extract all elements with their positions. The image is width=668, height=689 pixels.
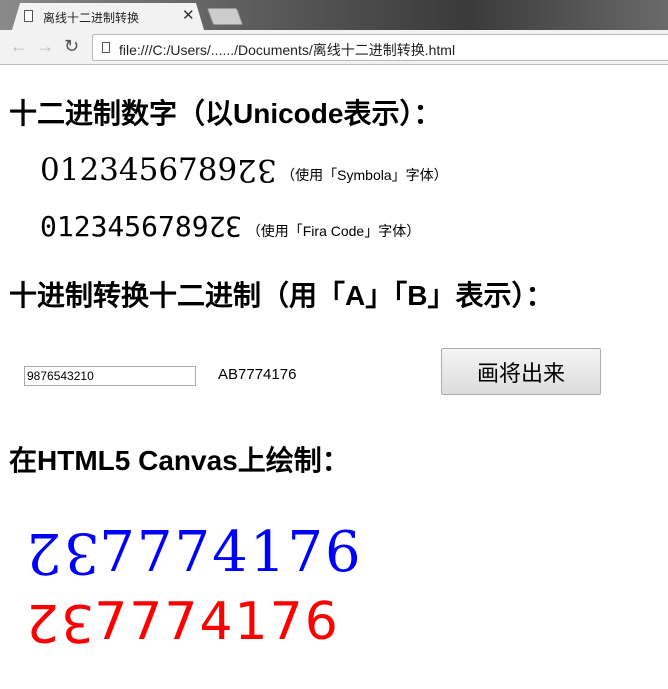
symbola-row: 012345678923 （使用「Symbola」字体） [40, 152, 448, 188]
turned-two-digit: 2 [237, 152, 257, 188]
canvas-turned-three: 3 [59, 592, 95, 652]
page-icon [24, 10, 33, 22]
draw-button[interactable]: 画将出来 [441, 348, 601, 395]
canvas-serif-line: 237774176 [24, 520, 363, 585]
turned-two-digit: 2 [208, 210, 226, 243]
section-heading-unicode: 十二进制数字（以Unicode表示）： [9, 98, 442, 129]
dozenal-output: AB7774176 [218, 366, 297, 383]
canvas-turned-three: 3 [61, 520, 100, 585]
fira-row: 012345678923 （使用「Fira Code」字体） [40, 210, 420, 243]
canvas-turned-two: 2 [24, 520, 62, 585]
close-tab-icon[interactable]: ✕ [182, 6, 195, 24]
browser-titlebar: 离线十二进制转换 ✕ [0, 0, 668, 30]
browser-tab[interactable]: 离线十二进制转换 ✕ [12, 3, 204, 30]
canvas-turned-two: 2 [24, 592, 60, 652]
new-tab-button[interactable] [206, 8, 244, 25]
symbola-digits: 0123456789 [40, 152, 238, 188]
section-heading-canvas: 在HTML5 Canvas上绘制： [9, 445, 350, 476]
turned-three-digit: 3 [225, 210, 243, 243]
fira-note: （使用「Fira Code」字体） [246, 223, 421, 239]
turned-three-digit: 3 [256, 152, 277, 188]
url-text: file:///C:/Users/....../Documents/离线十二进制… [119, 42, 456, 58]
tab-title: 离线十二进制转换 [43, 11, 140, 25]
canvas-digits: 7774176 [99, 520, 363, 585]
reload-icon[interactable]: ↻ [64, 36, 79, 57]
file-icon [102, 42, 110, 53]
canvas-sans-line: 237774176 [24, 592, 340, 652]
canvas-digits: 7774176 [94, 592, 340, 652]
symbola-note: （使用「Symbola」字体） [281, 167, 448, 183]
back-icon[interactable]: ← [10, 36, 28, 57]
section-heading-convert: 十进制转换十二进制（用「A」「B」表示）： [9, 280, 554, 311]
forward-icon[interactable]: → [36, 36, 54, 57]
browser-toolbar: ← → ↻ file:///C:/Users/....../Documents/… [0, 30, 668, 65]
decimal-input[interactable] [24, 366, 196, 386]
fira-digits: 0123456789 [40, 210, 209, 243]
address-bar[interactable]: file:///C:/Users/....../Documents/离线十二进制… [92, 34, 668, 61]
